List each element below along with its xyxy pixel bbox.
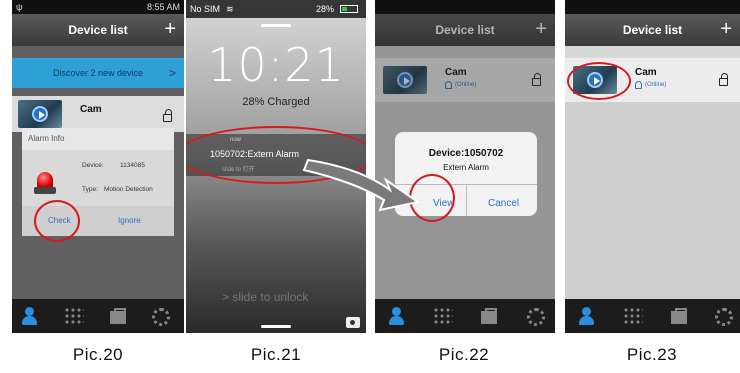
flow-arrow [302, 158, 421, 212]
slide-to-unlock[interactable]: > slide to unlock [222, 290, 308, 304]
tab-grid[interactable] [64, 307, 84, 325]
highlight-ring [34, 200, 80, 242]
status-time: 8:55 AM [146, 2, 180, 12]
caption-pic23: Pic.23 [626, 345, 678, 364]
tab-bar [375, 299, 555, 333]
type-value: Motion Detection [104, 186, 153, 193]
top-grabber[interactable] [261, 24, 291, 27]
discover-text: Discover 2 new device [52, 68, 144, 78]
tab-bar [565, 299, 740, 333]
lock-icon[interactable] [163, 109, 172, 122]
tab-devices[interactable] [387, 307, 407, 325]
tab-bar [12, 299, 184, 333]
alarm-light-icon [34, 166, 56, 196]
device-name: Cam [635, 67, 657, 78]
page-title: Device list [622, 23, 683, 37]
status-bar [375, 0, 555, 14]
caption-pic21: Pic.21 [250, 345, 302, 364]
device-name: Cam [80, 104, 102, 115]
highlight-ring [567, 62, 631, 100]
status-bar: ψ 8:55 AM [12, 0, 184, 14]
tab-settings[interactable] [525, 307, 545, 326]
tab-grid[interactable] [623, 307, 643, 325]
add-device-button[interactable]: + [720, 18, 732, 41]
cancel-button[interactable]: Cancel [488, 198, 519, 209]
tab-files[interactable] [669, 307, 689, 325]
lock-icon[interactable] [719, 73, 728, 86]
tab-settings[interactable] [150, 307, 170, 326]
device-row[interactable]: Cam [12, 96, 184, 132]
battery-percent: 28% [315, 4, 334, 14]
play-icon [32, 106, 48, 122]
caption-pic20: Pic.20 [72, 345, 124, 364]
screenshot-pic20: ψ 8:55 AM Device list + Discover 2 new d… [12, 0, 184, 333]
caption-pic22: Pic.22 [438, 345, 490, 364]
camera-thumbnail [18, 100, 62, 128]
screenshot-pic23: Device list + Cam (Online) [565, 0, 740, 333]
usb-icon: ψ [16, 2, 23, 12]
title-bar: Device list + [12, 14, 184, 46]
tab-files[interactable] [108, 307, 128, 325]
battery-icon [340, 5, 358, 13]
bottom-grabber[interactable] [261, 325, 291, 328]
charge-status: 28% Charged [242, 96, 310, 108]
lock-clock: 10:21 [207, 38, 345, 92]
tab-files[interactable] [479, 307, 499, 325]
type-label: Type: [82, 186, 98, 193]
person-icon [635, 81, 642, 89]
online-status: (Online) [645, 82, 667, 88]
list-empty-area [565, 102, 740, 299]
tab-grid[interactable] [433, 307, 453, 325]
tab-settings[interactable] [713, 307, 733, 326]
device-value: 1134085 [120, 162, 145, 169]
page-title: Device list [68, 23, 128, 37]
tab-devices[interactable] [577, 307, 597, 325]
tab-devices[interactable] [20, 307, 40, 325]
chevron-right-icon: > [168, 66, 176, 80]
camera-icon[interactable] [346, 317, 360, 328]
discover-banner[interactable]: Discover 2 new device > [12, 58, 184, 88]
status-bar: No SIM ≋ 28% [186, 0, 366, 18]
carrier: No SIM [190, 4, 221, 14]
device-label: Device: [82, 162, 104, 169]
ignore-button[interactable]: Ignore [118, 216, 141, 225]
title-bar: Device list + [565, 14, 740, 46]
status-bar [565, 0, 740, 14]
dialog-title: Alarm Info [22, 128, 174, 150]
add-device-button[interactable]: + [164, 18, 176, 41]
wifi-icon: ≋ [226, 4, 234, 14]
